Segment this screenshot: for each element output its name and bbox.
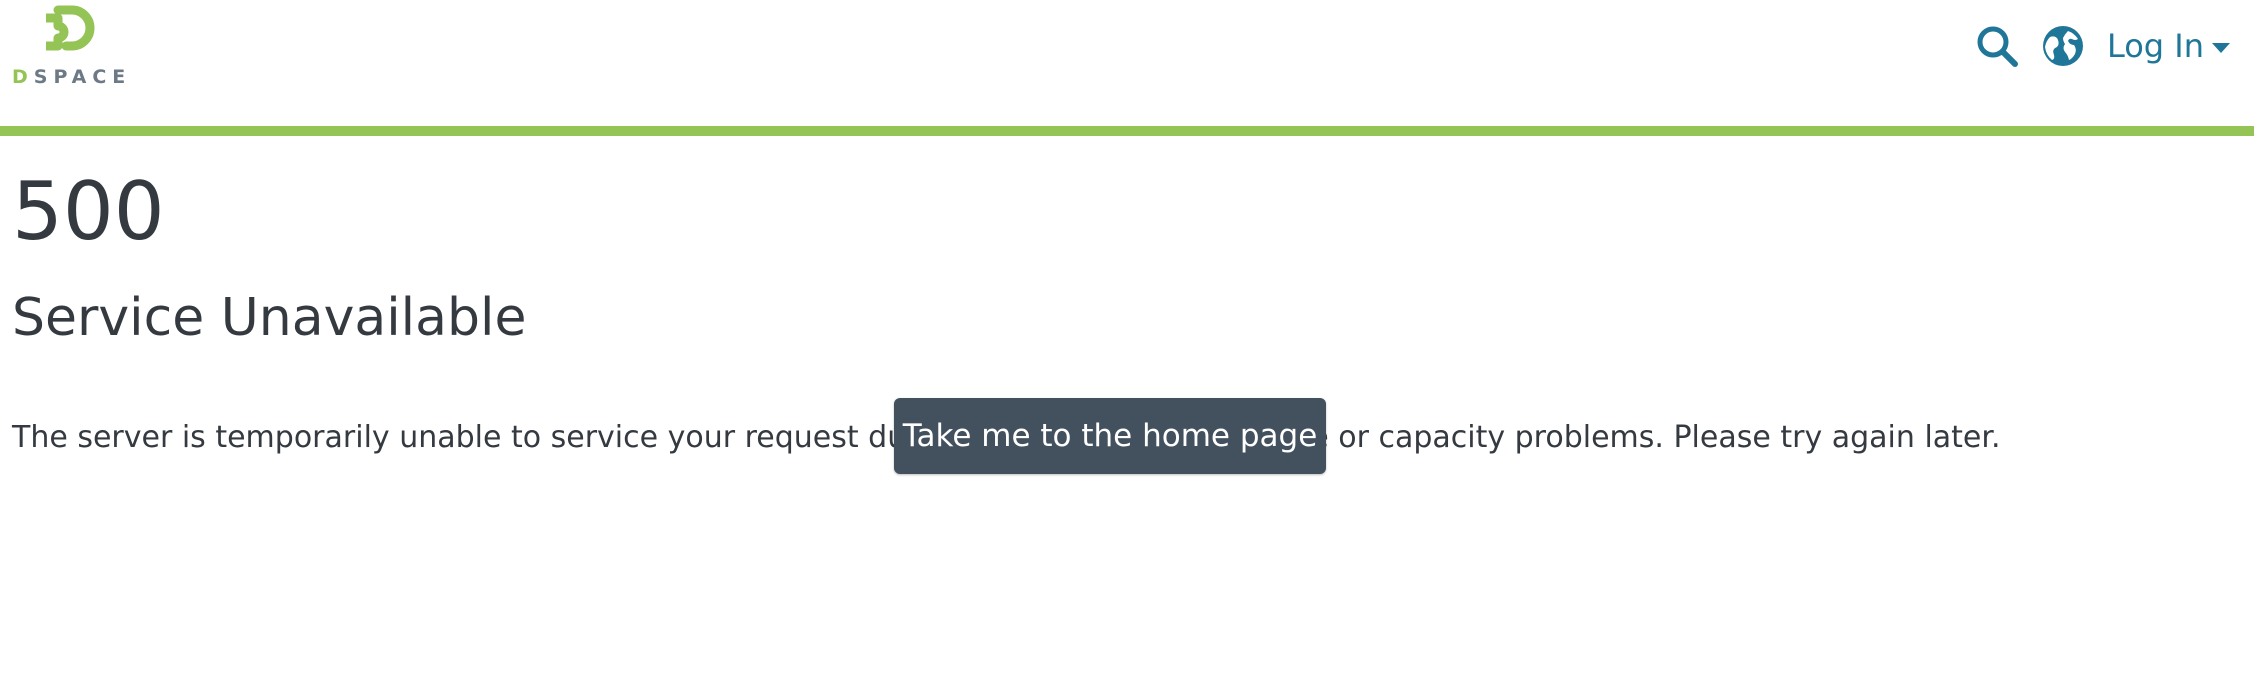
error-code: 500 xyxy=(12,165,165,258)
page: DSPACE Log In 500 Service Unavailable Th… xyxy=(0,0,2254,676)
dspace-logo-text: DSPACE xyxy=(12,66,132,88)
search-icon xyxy=(1977,26,2018,67)
caret-down-icon xyxy=(2212,43,2230,53)
language-button[interactable] xyxy=(2041,24,2085,68)
error-title: Service Unavailable xyxy=(12,288,527,348)
globe-icon xyxy=(2042,26,2083,66)
login-dropdown[interactable]: Log In xyxy=(2107,27,2230,65)
home-page-button[interactable]: Take me to the home page xyxy=(894,398,1326,474)
site-header: DSPACE Log In xyxy=(0,0,2254,136)
dspace-logo-icon xyxy=(46,5,95,51)
header-actions: Log In xyxy=(1975,20,2230,72)
dspace-logo[interactable]: DSPACE xyxy=(10,4,130,92)
login-label: Log In xyxy=(2106,27,2204,65)
search-button[interactable] xyxy=(1975,24,2019,68)
header-accent-bar xyxy=(0,126,2254,136)
